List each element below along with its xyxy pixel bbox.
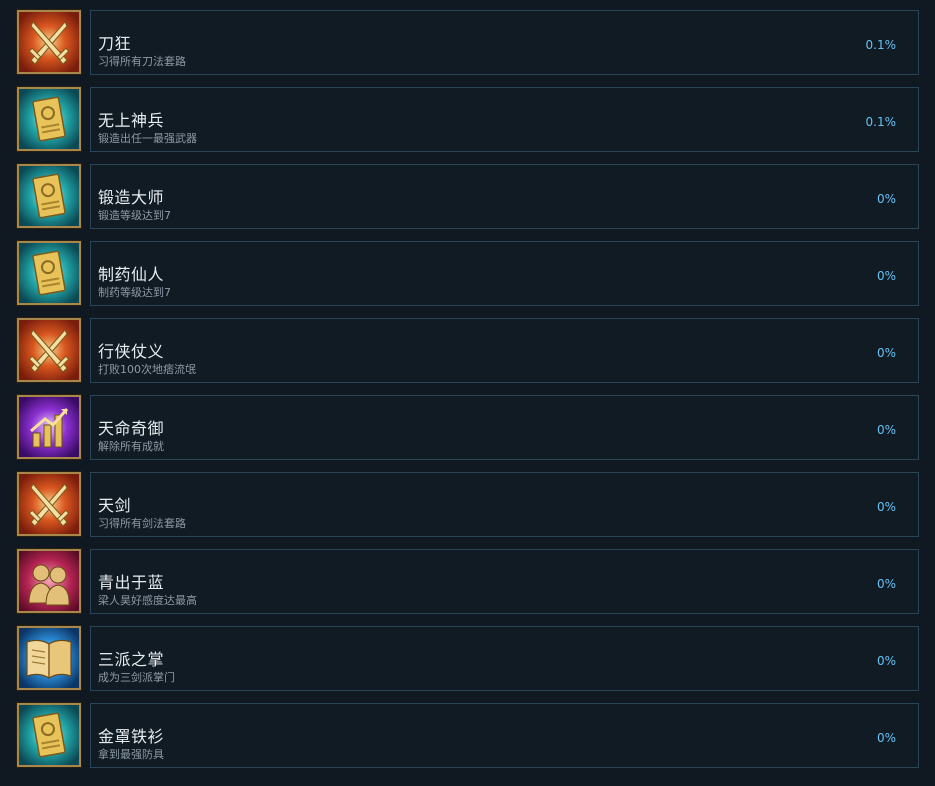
trophy-chart-icon xyxy=(17,395,81,459)
achievement-card: 天命奇御 解除所有成就 0% xyxy=(90,395,919,460)
achievement-row[interactable]: 无上神兵 锻造出任一最强武器 0.1% xyxy=(17,87,919,153)
achievement-card: 金罩铁衫 拿到最强防具 0% xyxy=(90,703,919,768)
achievement-description: 习得所有刀法套路 xyxy=(98,55,186,68)
golden-card-icon xyxy=(17,164,81,228)
achievement-description: 锻造出任一最强武器 xyxy=(98,132,197,145)
achievement-card: 制药仙人 制药等级达到7 0% xyxy=(90,241,919,306)
achievement-list: 刀狂 习得所有刀法套路 0.1% 无上神兵 锻造出任一最强武器 0.1% 锻造大… xyxy=(0,0,935,786)
achievement-card: 行侠仗义 打败100次地痞流氓 0% xyxy=(90,318,919,383)
achievement-card: 无上神兵 锻造出任一最强武器 0.1% xyxy=(90,87,919,152)
achievement-description: 成为三剑派掌门 xyxy=(98,671,175,684)
achievement-description: 锻造等级达到7 xyxy=(98,209,171,222)
achievement-description: 打败100次地痞流氓 xyxy=(98,363,196,376)
unlock-percent: 0.1% xyxy=(865,115,897,129)
achievement-description: 梁人昊好感度达最高 xyxy=(98,594,197,607)
golden-card-icon xyxy=(17,87,81,151)
crossed-swords-icon xyxy=(17,318,81,382)
achievement-row[interactable]: 刀狂 习得所有刀法套路 0.1% xyxy=(17,10,919,76)
achievement-title: 刀狂 xyxy=(98,34,132,53)
achievement-title: 金罩铁衫 xyxy=(98,727,165,746)
achievement-row[interactable]: 天命奇御 解除所有成就 0% xyxy=(17,395,919,461)
achievement-row[interactable]: 锻造大师 锻造等级达到7 0% xyxy=(17,164,919,230)
achievement-card: 刀狂 习得所有刀法套路 0.1% xyxy=(90,10,919,75)
achievement-row[interactable]: 三派之掌 成为三剑派掌门 0% xyxy=(17,626,919,692)
achievement-row[interactable]: 金罩铁衫 拿到最强防具 0% xyxy=(17,703,919,769)
achievement-card: 天剑 习得所有剑法套路 0% xyxy=(90,472,919,537)
achievement-description: 制药等级达到7 xyxy=(98,286,171,299)
crossed-swords-icon xyxy=(17,472,81,536)
unlock-percent: 0% xyxy=(876,731,896,745)
achievement-title: 行侠仗义 xyxy=(98,342,165,361)
unlock-percent: 0% xyxy=(876,654,896,668)
golden-card-icon xyxy=(17,703,81,767)
unlock-percent: 0% xyxy=(876,577,896,591)
achievement-title: 锻造大师 xyxy=(98,188,165,207)
unlock-percent: 0% xyxy=(876,346,896,360)
golden-card-icon xyxy=(17,241,81,305)
achievement-card: 青出于蓝 梁人昊好感度达最高 0% xyxy=(90,549,919,614)
unlock-percent: 0.1% xyxy=(865,38,897,52)
unlock-percent: 0% xyxy=(876,192,896,206)
achievement-title: 无上神兵 xyxy=(98,111,165,130)
achievement-title: 三派之掌 xyxy=(98,650,165,669)
achievement-description: 拿到最强防具 xyxy=(98,748,164,761)
achievement-card: 锻造大师 锻造等级达到7 0% xyxy=(90,164,919,229)
achievement-card: 三派之掌 成为三剑派掌门 0% xyxy=(90,626,919,691)
achievement-description: 习得所有剑法套路 xyxy=(98,517,186,530)
achievement-row[interactable]: 行侠仗义 打败100次地痞流氓 0% xyxy=(17,318,919,384)
portrait-pair-icon xyxy=(17,549,81,613)
unlock-percent: 0% xyxy=(876,423,896,437)
open-book-icon xyxy=(17,626,81,690)
achievement-title: 制药仙人 xyxy=(98,265,165,284)
achievement-description: 解除所有成就 xyxy=(98,440,164,453)
achievement-row[interactable]: 天剑 习得所有剑法套路 0% xyxy=(17,472,919,538)
achievement-title: 青出于蓝 xyxy=(98,573,165,592)
achievement-title: 天命奇御 xyxy=(98,419,165,438)
unlock-percent: 0% xyxy=(876,500,896,514)
crossed-swords-icon xyxy=(17,10,81,74)
achievement-row[interactable]: 青出于蓝 梁人昊好感度达最高 0% xyxy=(17,549,919,615)
achievement-title: 天剑 xyxy=(98,496,132,515)
achievement-row[interactable]: 制药仙人 制药等级达到7 0% xyxy=(17,241,919,307)
unlock-percent: 0% xyxy=(876,269,896,283)
